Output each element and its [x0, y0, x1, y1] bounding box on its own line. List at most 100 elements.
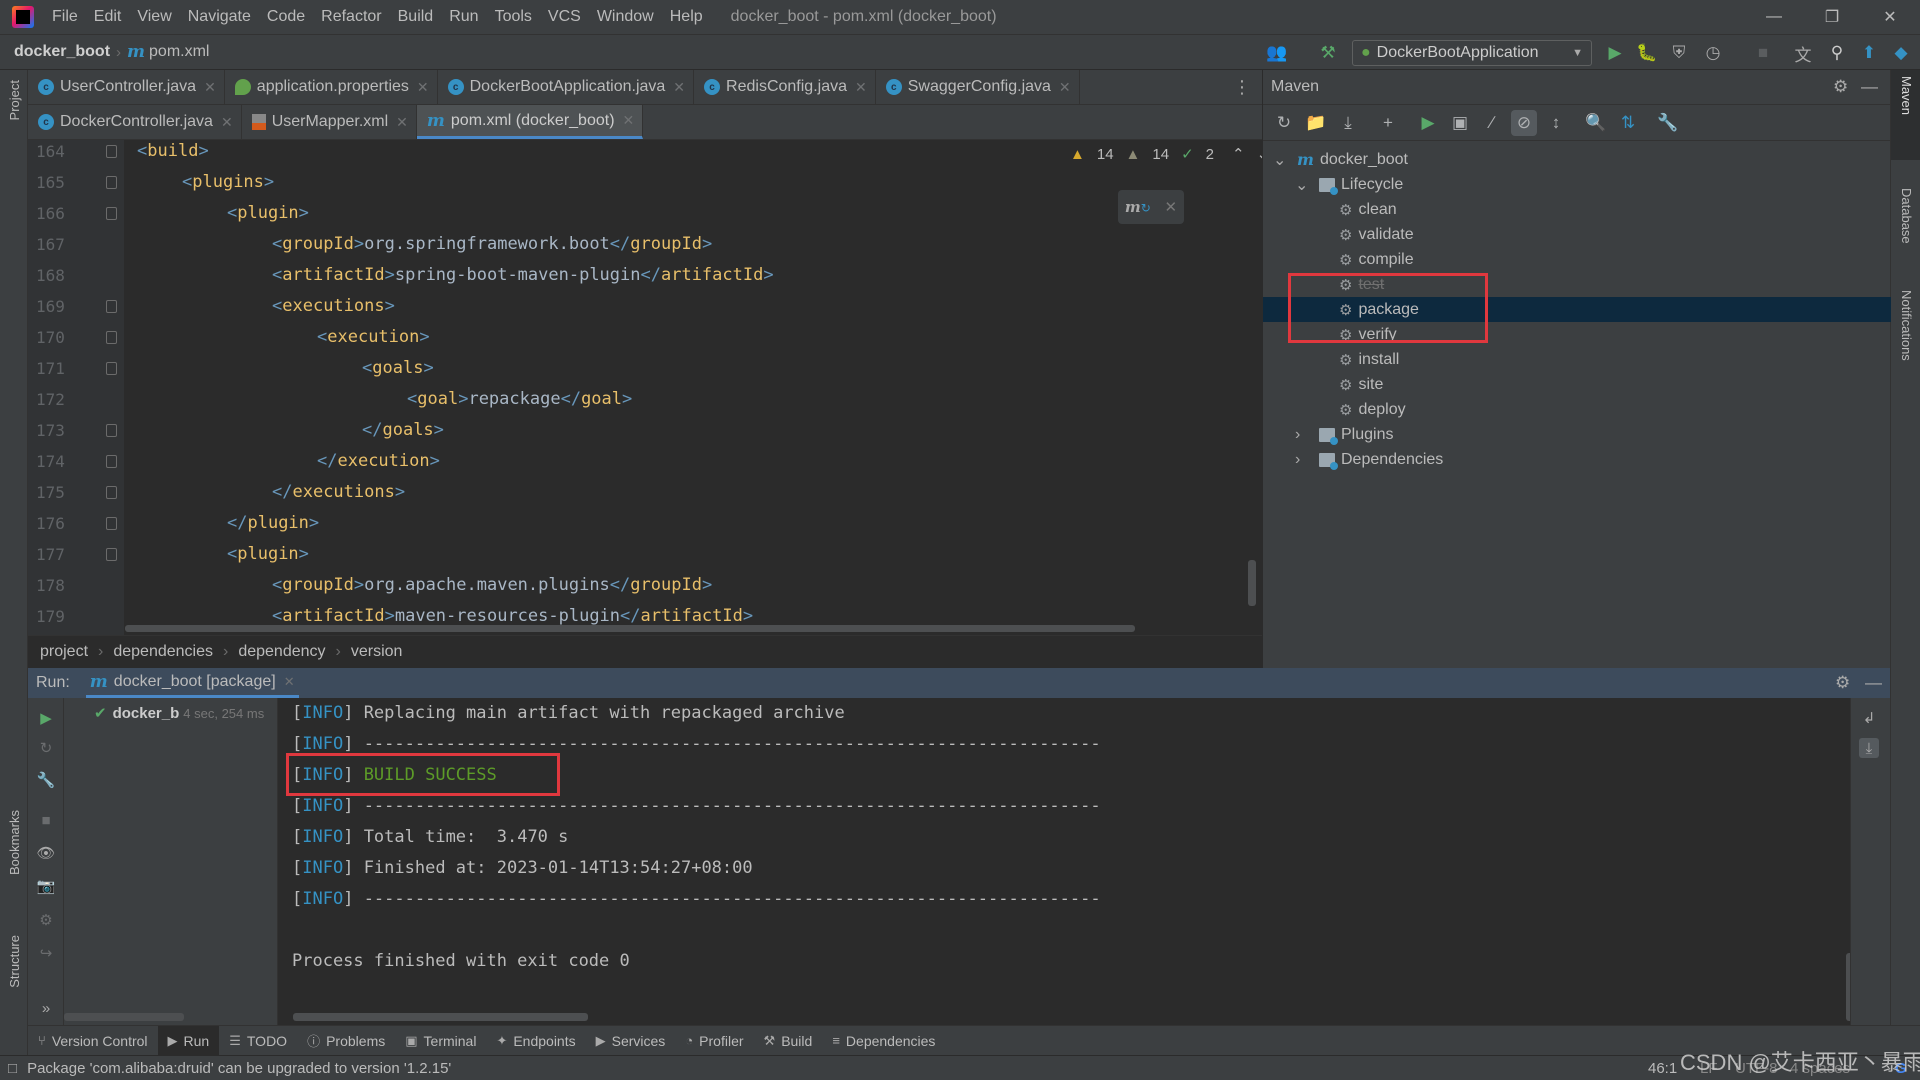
exit-icon[interactable]: ↪ [36, 943, 56, 963]
tool-build[interactable]: ⚒ Build [754, 1026, 823, 1056]
run-configuration-select[interactable]: ● DockerBootApplication ▼ [1352, 40, 1592, 66]
run-tree-item[interactable]: ✔ docker_b 4 sec, 254 ms [94, 704, 264, 723]
horizontal-scrollbar[interactable] [64, 1013, 184, 1021]
chevron-up-icon[interactable]: ⌃ [1232, 145, 1245, 163]
settings-icon[interactable]: ⚙ [36, 910, 56, 930]
menu-build[interactable]: Build [390, 8, 442, 26]
code-line[interactable]: 170 <execution> [28, 322, 1262, 353]
stop-icon[interactable]: ■ [36, 810, 56, 830]
menu-tools[interactable]: Tools [487, 8, 540, 26]
plugin-icon[interactable]: ◆ [1888, 40, 1914, 66]
tree-plugins[interactable]: › Plugins [1263, 422, 1891, 447]
wrench-icon[interactable]: 🔧 [36, 770, 56, 790]
more-icon[interactable]: » [36, 998, 56, 1018]
breadcrumb-item[interactable]: dependencies [113, 643, 213, 661]
lifecycle-validate[interactable]: ⚙ validate [1263, 222, 1891, 247]
stop-icon[interactable]: ■ [1750, 40, 1776, 66]
menu-run[interactable]: Run [441, 8, 486, 26]
tab-redisconfig[interactable]: c RedisConfig.java ✕ [694, 70, 876, 104]
chevron-down-icon[interactable]: ⌄ [1295, 175, 1313, 195]
close-icon[interactable]: ✕ [855, 79, 867, 96]
tree-lifecycle[interactable]: ⌄ Lifecycle [1263, 172, 1891, 197]
hide-icon[interactable]: — [1865, 673, 1882, 693]
translate-icon[interactable]: 文 [1790, 40, 1816, 66]
hide-icon[interactable]: — [1861, 77, 1878, 97]
run-icon[interactable]: ▶ [1602, 40, 1628, 66]
fold-marker-icon[interactable] [106, 176, 117, 189]
tab-swaggerconfig[interactable]: c SwaggerConfig.java ✕ [876, 70, 1080, 104]
close-icon[interactable]: ✕ [1165, 198, 1178, 216]
maven-reload-icon[interactable]: m↻ [1125, 198, 1151, 216]
close-window-button[interactable]: ✕ [1861, 0, 1919, 34]
maven-tool-button[interactable]: Maven [1899, 76, 1914, 115]
menu-navigate[interactable]: Navigate [180, 8, 259, 26]
toggle-offline-icon[interactable]: ∕ [1479, 110, 1505, 136]
analyze-dependencies-icon[interactable]: 🔍 [1583, 110, 1609, 136]
tool-profiler[interactable]: ◔ Profiler [675, 1026, 753, 1056]
eye-icon[interactable]: 👁 [36, 843, 56, 863]
code-line[interactable]: 165 <plugins> [28, 167, 1262, 198]
gear-icon[interactable]: ⚙ [1835, 673, 1850, 693]
tool-run[interactable]: ▶ Run [157, 1025, 220, 1056]
code-line[interactable]: 176 </plugin> [28, 508, 1262, 539]
menu-help[interactable]: Help [662, 8, 711, 26]
search-icon[interactable]: ⚲ [1824, 40, 1850, 66]
debug-icon[interactable]: 🐛 [1634, 40, 1660, 66]
tab-usermapper[interactable]: UserMapper.xml ✕ [242, 105, 417, 139]
reload-icon[interactable]: ↻ [1271, 110, 1297, 136]
menu-edit[interactable]: Edit [86, 8, 130, 26]
code-line[interactable]: 167 <groupId>org.springframework.boot</gr… [28, 229, 1262, 260]
fold-marker-icon[interactable] [106, 145, 117, 158]
chevron-down-icon[interactable]: ⌄ [1273, 150, 1291, 170]
skip-tests-icon[interactable]: ⊘ [1511, 110, 1537, 136]
build-hammer-icon[interactable]: ⚒ [1315, 40, 1341, 66]
console-output[interactable]: [INFO] Replacing main artifact with repa… [278, 698, 1854, 1025]
close-icon[interactable]: ✕ [204, 79, 216, 96]
close-icon[interactable]: ✕ [673, 79, 685, 96]
gear-icon[interactable]: ⚙ [1833, 77, 1848, 97]
notifications-tool-button[interactable]: Notifications [1899, 290, 1914, 361]
vertical-scrollbar[interactable] [1248, 560, 1256, 606]
close-icon[interactable]: ✕ [284, 674, 295, 690]
minimize-button[interactable]: — [1745, 0, 1803, 34]
menu-refactor[interactable]: Refactor [313, 8, 389, 26]
breadcrumb-item[interactable]: project [40, 643, 88, 661]
camera-icon[interactable]: 📷 [36, 876, 56, 896]
nav-file[interactable]: pom.xml [149, 43, 209, 61]
tool-version-control[interactable]: ⑂ Version Control [28, 1026, 158, 1056]
fold-marker-icon[interactable] [106, 331, 117, 344]
add-icon[interactable]: + [1375, 110, 1401, 136]
rerun-failed-icon[interactable]: ↻ [36, 738, 56, 758]
run-maven-icon[interactable]: ▶ [1415, 110, 1441, 136]
generate-sources-icon[interactable]: 📁 [1303, 110, 1329, 136]
structure-tool-button[interactable]: Structure [7, 935, 22, 988]
close-icon[interactable]: ✕ [396, 114, 408, 131]
coverage-icon[interactable]: ⛨ [1666, 40, 1692, 66]
close-icon[interactable]: ✕ [1059, 79, 1071, 96]
fold-marker-icon[interactable] [106, 486, 117, 499]
close-icon[interactable]: ✕ [221, 114, 233, 131]
run-tab-docker-boot-package[interactable]: m docker_boot [package] ✕ [85, 668, 299, 698]
restore-button[interactable]: ❐ [1803, 0, 1861, 34]
execute-goal-icon[interactable]: ▣ [1447, 110, 1473, 136]
chevron-right-icon[interactable]: › [1295, 451, 1313, 469]
wrench-icon[interactable]: 🔧 [1655, 110, 1681, 136]
profile-icon[interactable]: ◷ [1700, 40, 1726, 66]
code-line[interactable]: 166 <plugin> [28, 198, 1262, 229]
code-line[interactable]: 171 <goals> [28, 353, 1262, 384]
lifecycle-install[interactable]: ⚙ install [1263, 347, 1891, 372]
code-editor[interactable]: 164 <build> 165 <plugins> 166 <plugin> 167 <gro… [28, 140, 1262, 635]
lifecycle-site[interactable]: ⚙ site [1263, 372, 1891, 397]
code-line[interactable]: 173 </goals> [28, 415, 1262, 446]
menu-code[interactable]: Code [259, 8, 313, 26]
soft-wrap-icon[interactable]: ↲ [1859, 708, 1879, 728]
download-icon[interactable]: ⤓ [1335, 110, 1361, 136]
lifecycle-compile[interactable]: ⚙ compile [1263, 247, 1891, 272]
horizontal-scrollbar[interactable] [293, 1013, 588, 1021]
tab-dockerbootapplication[interactable]: c DockerBootApplication.java ✕ [438, 70, 695, 104]
tab-application-properties[interactable]: application.properties ✕ [225, 70, 438, 104]
maven-reload-popup[interactable]: m↻ ✕ [1118, 190, 1184, 224]
status-message[interactable]: Package 'com.alibaba:druid' can be upgra… [27, 1060, 451, 1077]
menu-file[interactable]: File [44, 8, 86, 26]
menu-vcs[interactable]: VCS [540, 8, 589, 26]
